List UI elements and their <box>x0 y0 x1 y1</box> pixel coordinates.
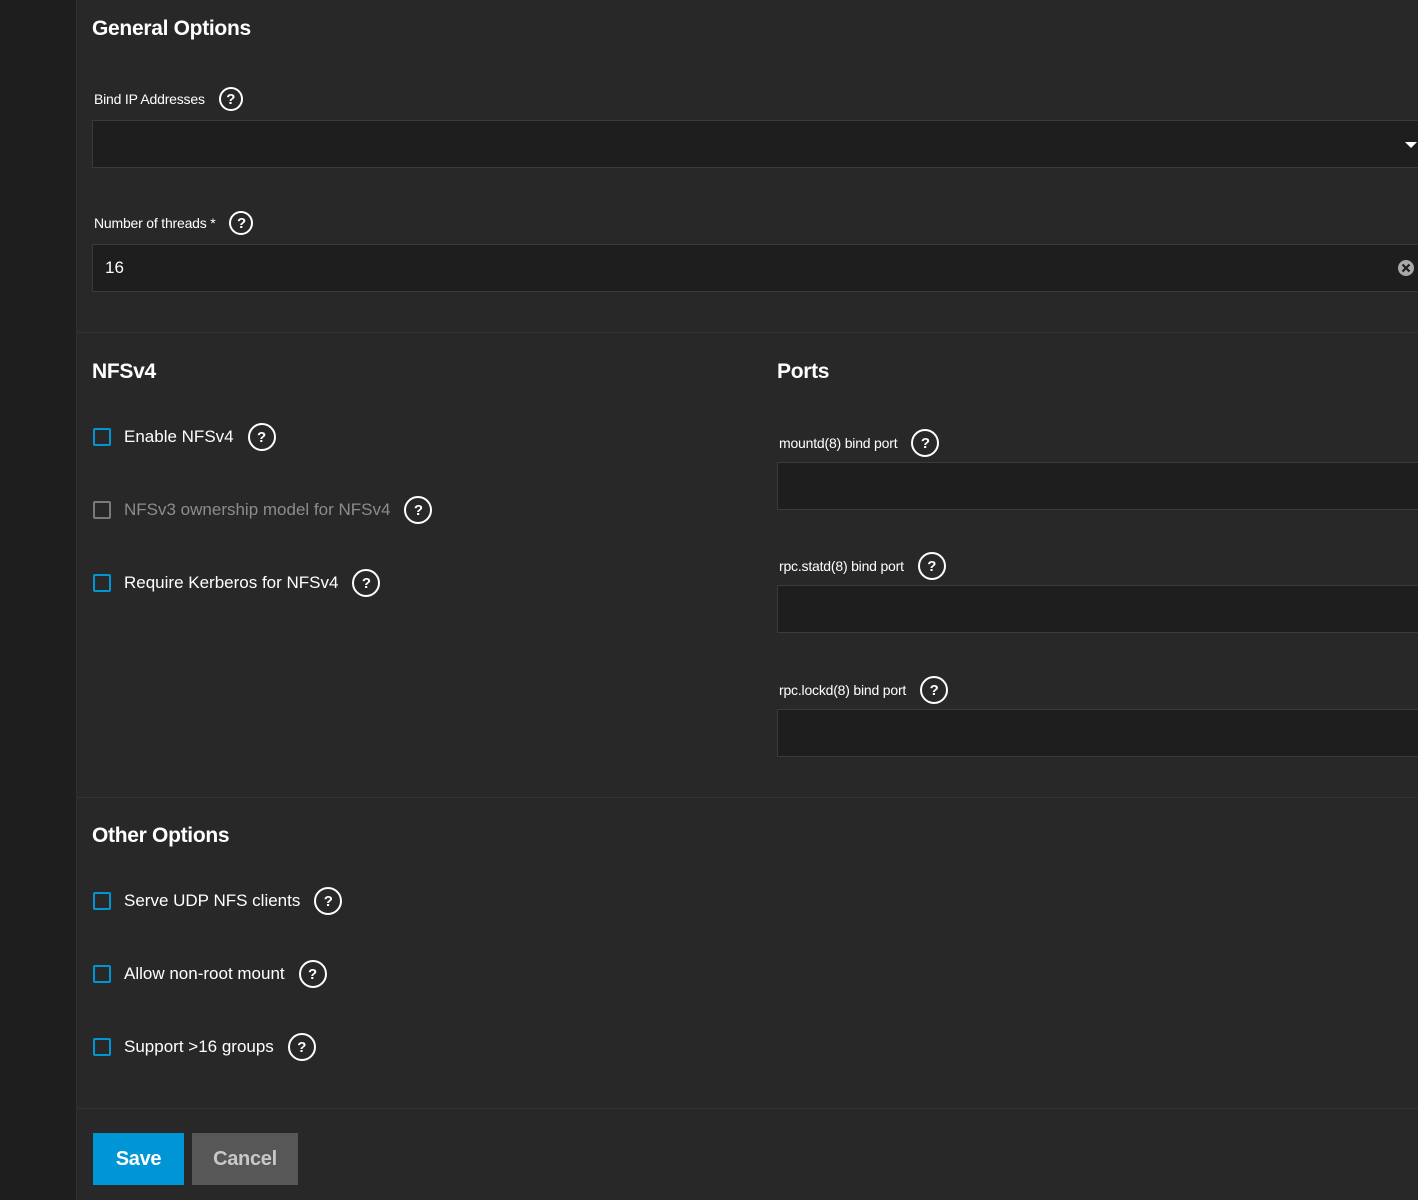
mountd-label-row: mountd(8) bind port ? <box>779 429 940 457</box>
nfsv4-title: NFSv4 <box>92 360 156 383</box>
allow-nonroot-checkbox[interactable] <box>93 965 111 983</box>
allow-nonroot-label: Allow non-root mount <box>124 964 285 983</box>
threads-label: Number of threads * <box>94 215 216 231</box>
help-icon[interactable]: ? <box>229 211 254 235</box>
help-icon[interactable]: ? <box>314 887 343 915</box>
clear-icon[interactable] <box>1397 259 1415 277</box>
threads-label-row: Number of threads * ? <box>94 211 254 235</box>
lockd-port-input[interactable] <box>777 709 1418 757</box>
mountd-port-input[interactable] <box>777 462 1418 510</box>
require-kerberos-label: Require Kerberos for NFSv4 <box>124 573 339 592</box>
nfsv3-ownership-label: NFSv3 ownership model for NFSv4 <box>124 500 391 519</box>
enable-nfsv4-checkbox[interactable] <box>93 428 111 446</box>
help-icon[interactable]: ? <box>287 1033 316 1061</box>
help-icon[interactable]: ? <box>298 960 327 988</box>
section-divider <box>77 332 1418 333</box>
help-icon[interactable]: ? <box>920 676 949 704</box>
threads-value: 16 <box>105 258 124 277</box>
help-icon[interactable]: ? <box>352 569 381 597</box>
section-divider <box>77 797 1418 798</box>
help-icon[interactable]: ? <box>218 87 243 111</box>
help-icon[interactable]: ? <box>917 552 946 580</box>
nfs-settings-form: General Options Bind IP Addresses ? Numb… <box>76 0 1418 1200</box>
bind-ip-label: Bind IP Addresses <box>94 91 205 107</box>
left-sidebar <box>0 0 76 1200</box>
section-divider <box>77 1108 1418 1109</box>
statd-port-input[interactable] <box>777 585 1418 633</box>
enable-nfsv4-label: Enable NFSv4 <box>124 427 234 446</box>
chevron-down-icon <box>1405 142 1417 148</box>
ports-title: Ports <box>777 360 830 383</box>
mountd-label: mountd(8) bind port <box>779 435 898 451</box>
save-button[interactable]: Save <box>93 1133 184 1185</box>
lockd-label-row: rpc.lockd(8) bind port ? <box>779 676 949 704</box>
support-groups-label: Support >16 groups <box>124 1037 274 1056</box>
enable-nfsv4-row[interactable]: Enable NFSv4 ? <box>93 423 276 451</box>
help-icon[interactable]: ? <box>911 429 940 457</box>
other-options-title: Other Options <box>92 824 230 847</box>
help-icon[interactable]: ? <box>404 496 433 524</box>
serve-udp-checkbox[interactable] <box>93 892 111 910</box>
allow-nonroot-row[interactable]: Allow non-root mount ? <box>93 960 327 988</box>
nfsv3-ownership-checkbox[interactable] <box>93 501 111 519</box>
cancel-button[interactable]: Cancel <box>192 1133 298 1185</box>
threads-input[interactable]: 16 <box>92 244 1418 292</box>
help-icon[interactable]: ? <box>247 423 276 451</box>
serve-udp-row[interactable]: Serve UDP NFS clients ? <box>93 887 343 915</box>
require-kerberos-row[interactable]: Require Kerberos for NFSv4 ? <box>93 569 381 597</box>
support-groups-row[interactable]: Support >16 groups ? <box>93 1033 316 1061</box>
require-kerberos-checkbox[interactable] <box>93 574 111 592</box>
lockd-label: rpc.lockd(8) bind port <box>779 682 907 698</box>
general-options-title: General Options <box>92 17 251 40</box>
nfsv3-ownership-row[interactable]: NFSv3 ownership model for NFSv4 ? <box>93 496 433 524</box>
bind-ip-label-row: Bind IP Addresses ? <box>94 87 243 111</box>
serve-udp-label: Serve UDP NFS clients <box>124 891 301 910</box>
statd-label: rpc.statd(8) bind port <box>779 558 904 574</box>
bind-ip-select[interactable] <box>92 120 1418 168</box>
statd-label-row: rpc.statd(8) bind port ? <box>779 552 946 580</box>
support-groups-checkbox[interactable] <box>93 1038 111 1056</box>
